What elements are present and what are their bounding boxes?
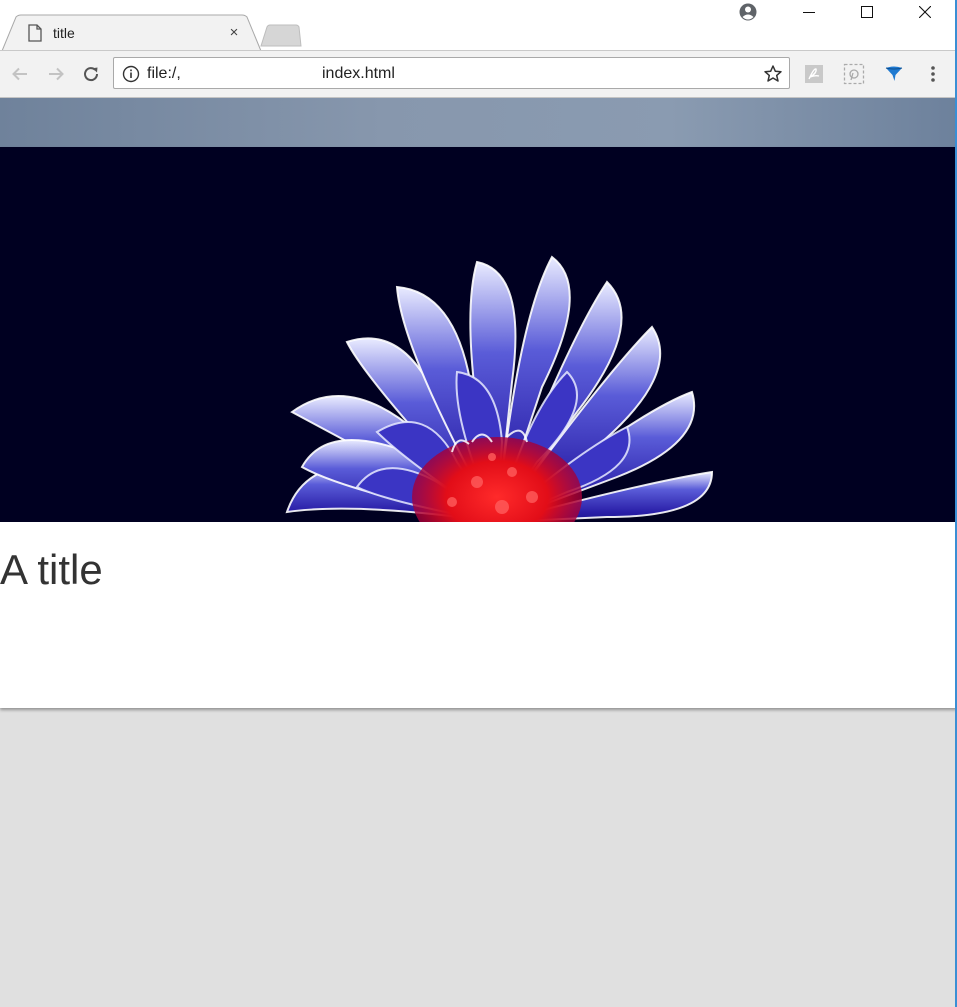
document-icon <box>28 24 42 42</box>
page-title: A title <box>0 546 103 593</box>
arrow-right-icon[interactable] <box>46 63 66 85</box>
funnel-icon[interactable] <box>883 63 905 85</box>
active-tab[interactable] <box>16 15 246 51</box>
arrow-left-icon[interactable] <box>10 63 30 85</box>
maximize-icon[interactable] <box>838 0 896 24</box>
header-band <box>0 98 957 147</box>
tab-close-icon[interactable]: × <box>226 25 242 41</box>
url-filename: index.html <box>322 65 395 82</box>
page-viewport: A title <box>0 98 957 1007</box>
browser-toolbar: file:/, index.html <box>0 51 957 98</box>
minimize-icon[interactable] <box>780 0 838 24</box>
hero-image <box>0 147 957 522</box>
close-icon[interactable] <box>896 0 954 24</box>
tab-title: title <box>53 25 75 41</box>
star-icon[interactable] <box>763 64 783 84</box>
clipper-icon[interactable] <box>843 63 865 85</box>
url-prefix: file:/, <box>147 65 181 82</box>
more-vert-icon[interactable] <box>922 63 944 85</box>
dahlia-flower-image <box>285 255 714 522</box>
tab-strip: title × <box>0 0 957 52</box>
new-tab-icon[interactable] <box>258 24 304 48</box>
address-bar[interactable]: file:/, index.html <box>113 57 790 89</box>
account-circle-icon[interactable] <box>738 2 758 22</box>
acrobat-icon[interactable] <box>803 63 825 85</box>
info-icon[interactable] <box>122 65 140 83</box>
reload-icon[interactable] <box>81 63 101 85</box>
